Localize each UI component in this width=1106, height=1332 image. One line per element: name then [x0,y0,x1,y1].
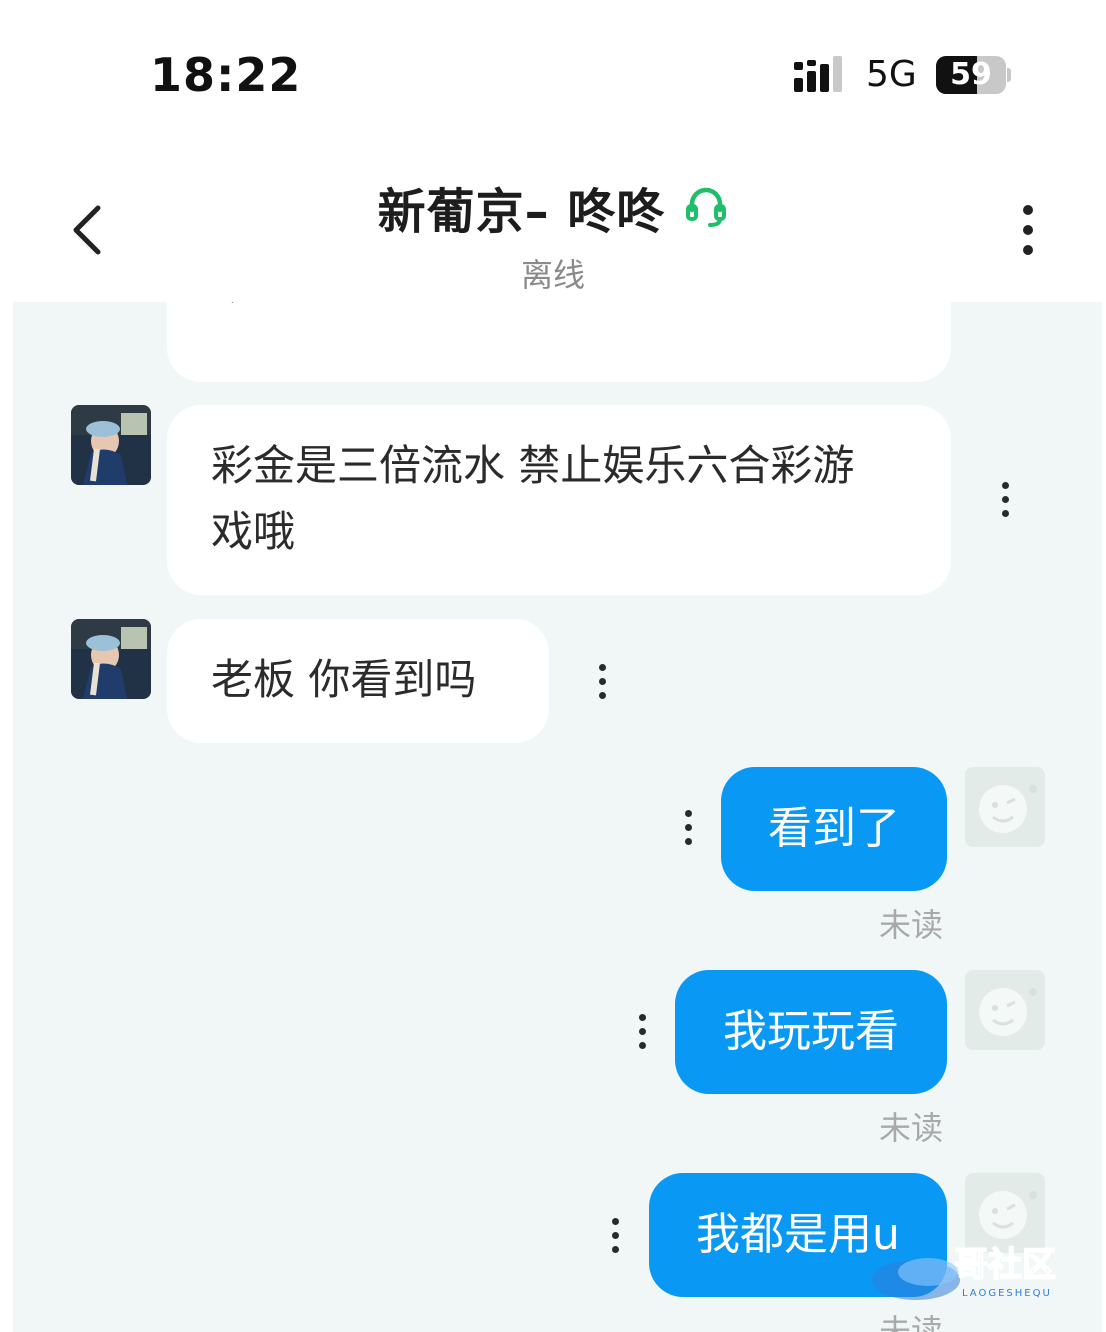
message-text: 账 [211,302,253,318]
signal-icon [794,56,842,92]
status-bar: 18:22 5G 59 [0,0,1106,140]
my-avatar[interactable] [965,767,1045,847]
watermark-logo: 哥社区 LAOGESHEQU [870,1236,1100,1306]
message-text: 彩金是三倍流水 禁止娱乐六合彩游戏哦 [211,441,855,556]
message-options-icon[interactable] [678,804,698,852]
message-text: 看到了 [768,803,900,854]
headset-icon [686,187,727,227]
chat-area[interactable]: 账 彩金是三倍流水 禁止娱乐六合彩游戏哦 [13,302,1102,1332]
read-status: 未读 [879,1312,944,1332]
message-options-icon[interactable] [995,476,1015,524]
default-avatar-icon [965,970,1045,1050]
message-options-icon[interactable] [632,1008,652,1056]
read-status: 未读 [879,1109,944,1147]
my-avatar[interactable] [965,970,1045,1050]
message-bubble[interactable]: 老板 你看到吗 [167,619,549,743]
avatar-photo [71,619,151,699]
message-bubble[interactable]: 账 [167,302,951,382]
my-message-bubble[interactable]: 我玩玩看 [675,970,947,1094]
message-bubble[interactable]: 彩金是三倍流水 禁止娱乐六合彩游戏哦 [167,405,951,595]
battery-nub [1007,68,1011,82]
status-time: 18:22 [150,48,302,102]
contact-avatar[interactable] [71,405,151,485]
avatar-photo [71,405,151,485]
message-options-icon[interactable] [605,1212,625,1260]
my-message-bubble[interactable]: 看到了 [721,767,947,891]
more-vertical-icon[interactable] [1008,202,1048,258]
message-options-icon[interactable] [592,658,612,706]
contact-status: 离线 [520,256,585,294]
title-row: 新葡京– 咚咚 [0,172,1106,242]
network-type: 5G [866,54,917,95]
read-status: 未读 [879,906,944,944]
watermark-subtext: LAOGESHEQU [962,1288,1052,1299]
battery-level: 59 [950,57,992,92]
watermark-logo-icon: 哥社区 LAOGESHEQU [872,1244,1057,1300]
default-avatar-icon [965,767,1045,847]
message-text: 老板 你看到吗 [211,655,477,704]
contact-name: 新葡京– 咚咚 [377,184,666,240]
watermark-text: 哥社区 [954,1245,1056,1285]
contact-avatar[interactable] [71,619,151,699]
message-text: 我玩玩看 [723,1006,899,1057]
battery-icon: 59 [936,56,1006,94]
